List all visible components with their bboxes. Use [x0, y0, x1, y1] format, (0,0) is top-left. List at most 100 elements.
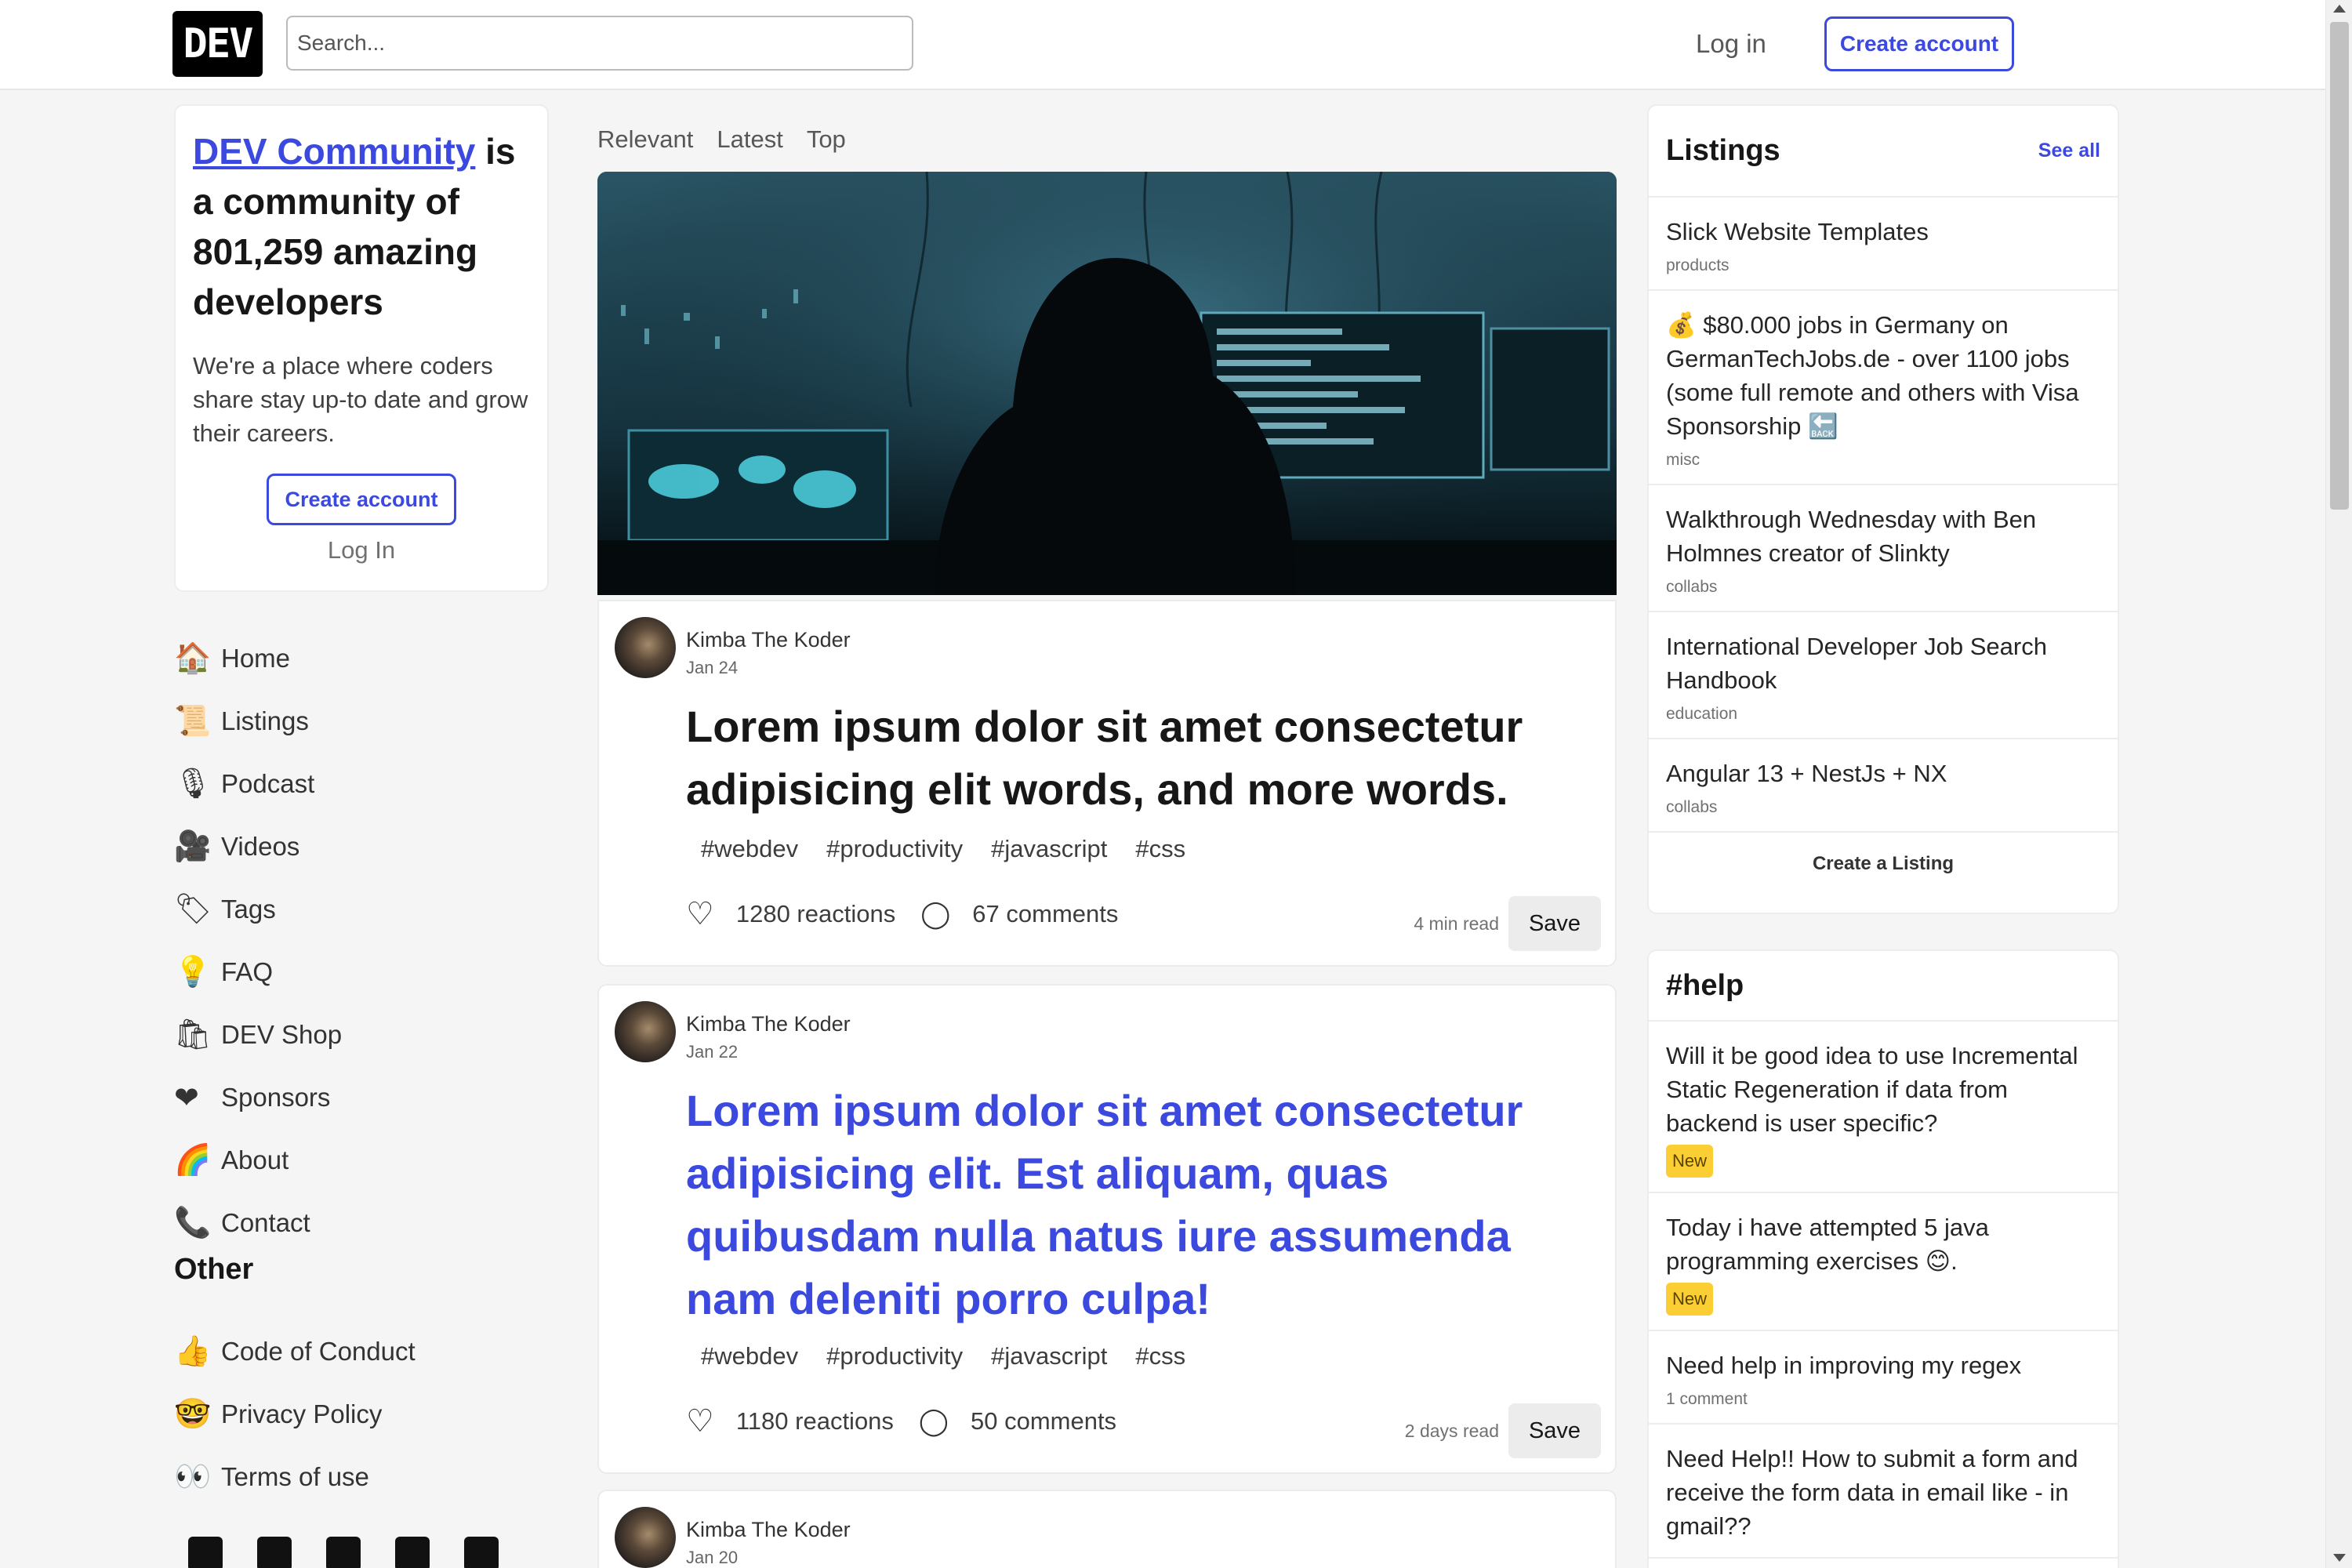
post-tag[interactable]: productivity	[826, 835, 963, 863]
reactions-count[interactable]: 1280 reactions	[736, 900, 895, 928]
sidebar-item-listings[interactable]: 📜 Listings	[174, 690, 549, 753]
post-tag[interactable]: webdev	[701, 835, 798, 863]
post-card[interactable]: Kimba The Koder Jan 20	[597, 1490, 1617, 1568]
dev-logo[interactable]: DEV	[172, 11, 263, 77]
post-card[interactable]: Kimba The Koder Jan 24 Lorem ipsum dolor…	[597, 600, 1617, 967]
twitch-icon[interactable]	[464, 1537, 499, 1568]
listing-category[interactable]: collabs	[1666, 578, 2100, 597]
heart-icon: ❤	[174, 1081, 199, 1115]
twitter-icon[interactable]	[188, 1537, 223, 1568]
scrollbar-thumb[interactable]	[2330, 22, 2349, 510]
sidebar-item-videos[interactable]: 🎥 Videos	[174, 815, 549, 878]
facebook-icon[interactable]	[257, 1537, 292, 1568]
author-avatar[interactable]	[615, 1507, 676, 1568]
sidebar-item-faq[interactable]: 💡 FAQ	[174, 941, 549, 1004]
post-title[interactable]: Lorem ipsum dolor sit amet consectetur a…	[686, 1080, 1595, 1330]
listing-title[interactable]: Walkthrough Wednesday with Ben Holmnes c…	[1666, 503, 2100, 570]
listing-title[interactable]: Angular 13 + NestJs + NX	[1666, 757, 2100, 790]
post-tag[interactable]: javascript	[991, 835, 1107, 863]
sidebar-item-tags[interactable]: 🏷 Tags	[174, 878, 549, 941]
sidebar-item-label: Privacy Policy	[221, 1399, 383, 1428]
post-tag[interactable]: webdev	[701, 1342, 798, 1370]
eyes-icon: 👀	[174, 1461, 212, 1494]
help-title[interactable]: Will it be good idea to use Incremental …	[1666, 1039, 2100, 1140]
tab-latest[interactable]: Latest	[717, 125, 782, 154]
scroll-icon: 📜	[174, 705, 212, 738]
help-item[interactable]: Will it be good idea to use Incremental …	[1649, 1022, 2118, 1193]
post-date[interactable]: Jan 20	[686, 1548, 738, 1568]
sidebar-item-home[interactable]: 🏠 Home	[174, 627, 549, 690]
help-title[interactable]: Need Help!! How to submit a form and rec…	[1666, 1442, 2100, 1543]
microphone-icon: 🎙	[174, 768, 212, 800]
sidebar-item-contact[interactable]: 📞 Contact	[174, 1192, 549, 1254]
post-title[interactable]: Lorem ipsum dolor sit amet consectetur a…	[686, 695, 1595, 821]
help-item[interactable]: Need help in improving my regex 1 comment	[1649, 1331, 2118, 1425]
sidebar-item-code-of-conduct[interactable]: 👍 Code of Conduct	[174, 1320, 549, 1383]
post-cover-image[interactable]	[597, 172, 1617, 595]
listing-category[interactable]: products	[1666, 256, 2100, 275]
listing-title[interactable]: 💰 $80.000 jobs in Germany on GermanTechJ…	[1666, 308, 2100, 443]
see-all-listings-link[interactable]: See all	[2038, 140, 2100, 162]
post-author[interactable]: Kimba The Koder	[686, 628, 851, 652]
sidebar-item-about[interactable]: 🌈 About	[174, 1129, 549, 1192]
listing-title[interactable]: Slick Website Templates	[1666, 215, 2100, 249]
comments-count[interactable]: 67 comments	[972, 900, 1118, 928]
scroll-down-arrow-icon[interactable]	[2333, 1554, 2346, 1562]
listing-item[interactable]: 💰 $80.000 jobs in Germany on GermanTechJ…	[1649, 291, 2118, 485]
sidebar-item-podcast[interactable]: 🎙 Podcast	[174, 753, 549, 815]
author-avatar[interactable]	[615, 617, 676, 678]
listing-item[interactable]: Slick Website Templates products	[1649, 198, 2118, 291]
sidebar-nav: 🏠 Home 📜 Listings 🎙 Podcast 🎥 Videos 🏷 Tags 💡 FAQ 🛍 D…	[174, 627, 549, 1254]
comments-count[interactable]: 50 comments	[971, 1407, 1116, 1436]
help-heading[interactable]: #help	[1666, 969, 1744, 1003]
listings-card: Listings See all Slick Website Templates…	[1647, 104, 2119, 914]
save-button[interactable]: Save	[1508, 896, 1601, 951]
post-author[interactable]: Kimba The Koder	[686, 1012, 851, 1036]
save-button[interactable]: Save	[1508, 1403, 1601, 1458]
listing-item[interactable]: Angular 13 + NestJs + NX collabs	[1649, 739, 2118, 833]
listing-item[interactable]: Walkthrough Wednesday with Ben Holmnes c…	[1649, 485, 2118, 612]
listing-title[interactable]: International Developer Job Search Handb…	[1666, 630, 2100, 697]
read-time: 2 days read	[1404, 1421, 1499, 1441]
create-account-button[interactable]: Create account	[1824, 16, 2014, 71]
tab-top[interactable]: Top	[807, 125, 846, 154]
help-header: #help	[1649, 951, 2118, 1022]
search-input[interactable]	[286, 16, 913, 71]
post-tag[interactable]: css	[1135, 1342, 1186, 1370]
scroll-up-arrow-icon[interactable]	[2333, 5, 2346, 13]
post-tag[interactable]: javascript	[991, 1342, 1107, 1370]
dev-community-link[interactable]: DEV Community	[193, 131, 475, 172]
comment-count: 1 comment	[1666, 1390, 1748, 1408]
listing-category[interactable]: collabs	[1666, 798, 2100, 817]
post-date[interactable]: Jan 24	[686, 658, 738, 678]
instagram-icon[interactable]	[395, 1537, 430, 1568]
post-tag[interactable]: productivity	[826, 1342, 963, 1370]
sidebar-create-account-button[interactable]: Create account	[267, 474, 456, 525]
help-item[interactable]: Need Help!! How to submit a form and rec…	[1649, 1425, 2118, 1559]
help-item[interactable]: Today i have attempted 5 java programmin…	[1649, 1193, 2118, 1331]
sidebar-item-label: Listings	[221, 706, 309, 735]
create-listing-link[interactable]: Create a Listing	[1649, 833, 2118, 875]
post-date[interactable]: Jan 22	[686, 1042, 738, 1062]
post-card[interactable]: Kimba The Koder Jan 22 Lorem ipsum dolor…	[597, 984, 1617, 1474]
sidebar-item-label: Podcast	[221, 769, 315, 798]
reactions-count[interactable]: 1180 reactions	[736, 1407, 894, 1436]
github-icon[interactable]	[326, 1537, 361, 1568]
sidebar-login-link[interactable]: Log In	[193, 536, 530, 564]
login-link[interactable]: Log in	[1696, 29, 1766, 59]
listing-item[interactable]: International Developer Job Search Handb…	[1649, 612, 2118, 739]
tab-relevant[interactable]: Relevant	[597, 125, 693, 154]
new-badge: New	[1666, 1145, 1714, 1178]
help-title[interactable]: Need help in improving my regex	[1666, 1348, 2100, 1382]
page-scrollbar[interactable]	[2325, 0, 2352, 1568]
sidebar-item-terms-of-use[interactable]: 👀 Terms of use	[174, 1446, 549, 1508]
help-title[interactable]: Today i have attempted 5 java programmin…	[1666, 1210, 2100, 1278]
post-author[interactable]: Kimba The Koder	[686, 1518, 851, 1542]
sidebar-item-sponsors[interactable]: ❤ Sponsors	[174, 1066, 549, 1129]
sidebar-item-dev-shop[interactable]: 🛍 DEV Shop	[174, 1004, 549, 1066]
author-avatar[interactable]	[615, 1001, 676, 1062]
post-tag[interactable]: css	[1135, 835, 1186, 863]
sidebar-item-privacy-policy[interactable]: 🤓 Privacy Policy	[174, 1383, 549, 1446]
listing-category[interactable]: education	[1666, 705, 2100, 724]
listing-category[interactable]: misc	[1666, 451, 2100, 470]
